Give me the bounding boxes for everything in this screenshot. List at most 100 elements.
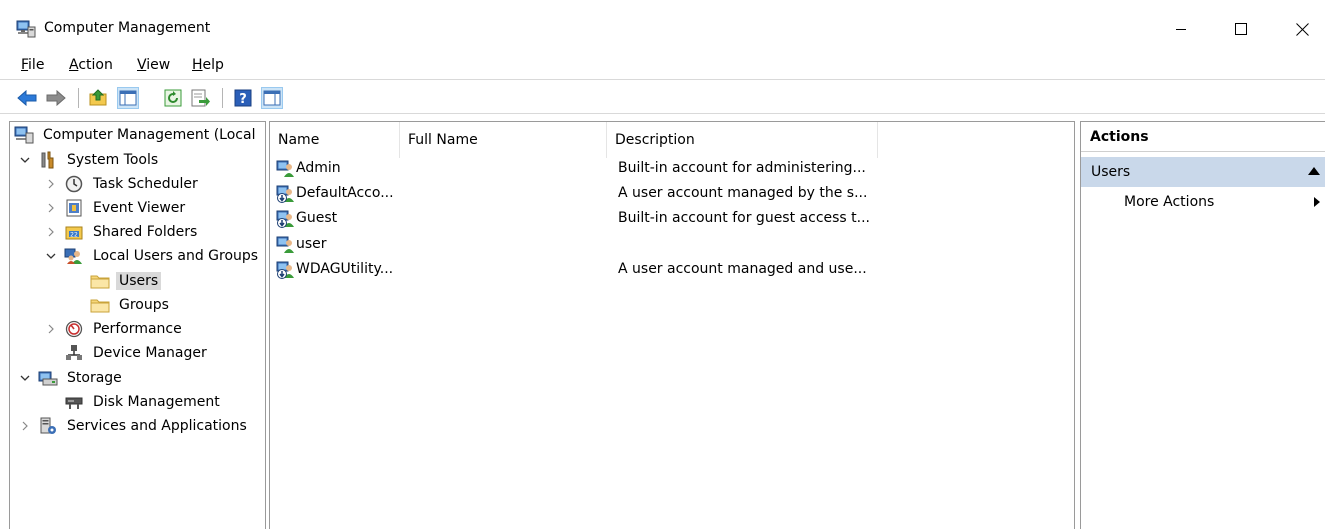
- export-list-button[interactable]: [190, 87, 212, 109]
- storage-icon: [38, 368, 58, 388]
- actions-section-users[interactable]: Users: [1081, 157, 1325, 187]
- folder-icon: [90, 295, 110, 315]
- performance-icon: [64, 319, 84, 339]
- disk-icon: [64, 392, 84, 412]
- menu-action[interactable]: Action: [69, 57, 113, 73]
- up-folder-icon: [89, 89, 107, 106]
- shared-folders-icon: 22: [64, 222, 84, 242]
- tree-item-label: Groups: [119, 297, 169, 313]
- show-hide-tree-button[interactable]: [117, 87, 139, 109]
- tree-item-label: Users: [116, 272, 162, 290]
- tree-item-services-and-applications[interactable]: Services and Applications: [18, 415, 250, 437]
- menu-file-accel: F: [21, 57, 29, 73]
- chevron-right-icon[interactable]: [44, 225, 58, 239]
- user-name: Guest: [296, 210, 338, 226]
- tree-item-disk-management[interactable]: Disk Management: [64, 391, 223, 413]
- user-description: Built-in account for guest access t...: [618, 210, 871, 226]
- menu-view-rest: iew: [146, 57, 171, 73]
- close-button[interactable]: [1279, 10, 1325, 48]
- system-tools-icon: [38, 150, 58, 170]
- chevron-right-icon[interactable]: [44, 177, 58, 191]
- tree-item-shared-folders[interactable]: 22 Shared Folders: [44, 221, 200, 243]
- chevron-down-icon[interactable]: [44, 249, 58, 263]
- column-header-full-name[interactable]: Full Name: [400, 122, 607, 158]
- list-item-user-guest[interactable]: Guest Built-in account for guest access …: [276, 207, 1066, 231]
- back-icon: [17, 90, 37, 106]
- list-item-user-user[interactable]: user: [276, 233, 1066, 257]
- disabled-user-icon: [276, 261, 294, 279]
- list-item-user-wdagutility[interactable]: WDAGUtility... A user account managed an…: [276, 258, 1066, 282]
- tree-item-task-scheduler[interactable]: Task Scheduler: [44, 173, 201, 195]
- tree-item-label: Event Viewer: [93, 200, 186, 216]
- tree-item-device-manager[interactable]: Device Manager: [64, 342, 210, 364]
- list-item-user-admin[interactable]: Admin Built-in account for administering…: [276, 157, 1066, 181]
- tree-item-label: Shared Folders: [93, 224, 198, 240]
- tree-item-system-tools[interactable]: System Tools: [18, 149, 161, 171]
- chevron-right-icon[interactable]: [18, 419, 32, 433]
- actions-section-label: Users: [1091, 164, 1131, 180]
- clock-icon: [64, 174, 84, 194]
- toolbar-separator: [222, 88, 223, 108]
- tree-item-computer-management[interactable]: Computer Management (Local: [14, 124, 258, 146]
- forward-icon: [46, 90, 66, 106]
- tree-item-groups[interactable]: Groups: [90, 294, 172, 316]
- chevron-down-icon[interactable]: [18, 153, 32, 167]
- column-header-description[interactable]: Description: [607, 122, 878, 158]
- user-description: A user account managed by the s...: [618, 185, 868, 201]
- tree-item-users[interactable]: Users: [90, 270, 162, 292]
- refresh-icon: [164, 89, 182, 107]
- export-list-icon: [191, 89, 210, 107]
- tree-item-label: Computer Management (Local: [43, 127, 256, 143]
- toolbar-separator: [78, 88, 79, 108]
- users-list-view: Name Full Name Description Admin Built-i…: [269, 121, 1075, 529]
- more-actions-item[interactable]: More Actions: [1124, 194, 1214, 210]
- user-icon: [276, 160, 294, 177]
- disabled-user-icon: [276, 210, 294, 228]
- minimize-button[interactable]: [1158, 10, 1204, 48]
- collapse-up-icon[interactable]: [1308, 167, 1320, 175]
- maximize-button[interactable]: [1218, 10, 1264, 48]
- tree-item-storage[interactable]: Storage: [18, 367, 125, 389]
- user-icon: [276, 236, 294, 253]
- menu-view[interactable]: View: [137, 57, 170, 73]
- actions-pane: Actions Users More Actions: [1080, 121, 1325, 529]
- tree-item-label: Services and Applications: [67, 418, 247, 434]
- computer-management-icon: [16, 20, 36, 38]
- tree-item-event-viewer[interactable]: Event Viewer: [44, 197, 188, 219]
- window-title: Computer Management: [44, 20, 211, 36]
- menu-help[interactable]: Help: [192, 57, 224, 73]
- svg-text:?: ?: [239, 92, 247, 107]
- show-hide-action-pane-button[interactable]: [261, 87, 283, 109]
- tree-item-label: Device Manager: [93, 345, 207, 361]
- maximize-icon: [1235, 23, 1247, 35]
- user-name: user: [296, 236, 327, 252]
- forward-button[interactable]: [45, 87, 67, 109]
- tree-item-label: Disk Management: [93, 394, 220, 410]
- menu-file[interactable]: File: [21, 57, 44, 73]
- tree-item-label: Task Scheduler: [93, 176, 198, 192]
- title-bar: Computer Management: [0, 0, 1325, 50]
- minimize-icon: [1176, 29, 1186, 30]
- column-header-label: Description: [615, 132, 695, 148]
- menu-bar: File Action View Help: [0, 50, 1325, 80]
- actions-title: Actions: [1081, 122, 1325, 152]
- disabled-user-icon: [276, 185, 294, 203]
- device-manager-icon: [64, 343, 84, 363]
- user-name: WDAGUtility...: [296, 261, 394, 277]
- tree-item-local-users-and-groups[interactable]: Local Users and Groups: [44, 245, 261, 267]
- chevron-right-icon[interactable]: [44, 322, 58, 336]
- chevron-right-icon[interactable]: [44, 201, 58, 215]
- help-button[interactable]: ?: [232, 87, 254, 109]
- user-name: DefaultAcco...: [296, 185, 394, 201]
- up-folder-button[interactable]: [88, 87, 110, 109]
- tree-item-label: Storage: [67, 370, 122, 386]
- back-button[interactable]: [16, 87, 38, 109]
- refresh-button[interactable]: [162, 87, 184, 109]
- column-header-name[interactable]: Name: [270, 122, 400, 158]
- chevron-down-icon[interactable]: [18, 371, 32, 385]
- menu-file-rest: ile: [28, 57, 45, 73]
- list-item-user-defaultaccount[interactable]: DefaultAcco... A user account managed by…: [276, 182, 1066, 206]
- tree-item-performance[interactable]: Performance: [44, 318, 185, 340]
- users-groups-icon: [64, 246, 84, 266]
- user-name: Admin: [296, 160, 341, 176]
